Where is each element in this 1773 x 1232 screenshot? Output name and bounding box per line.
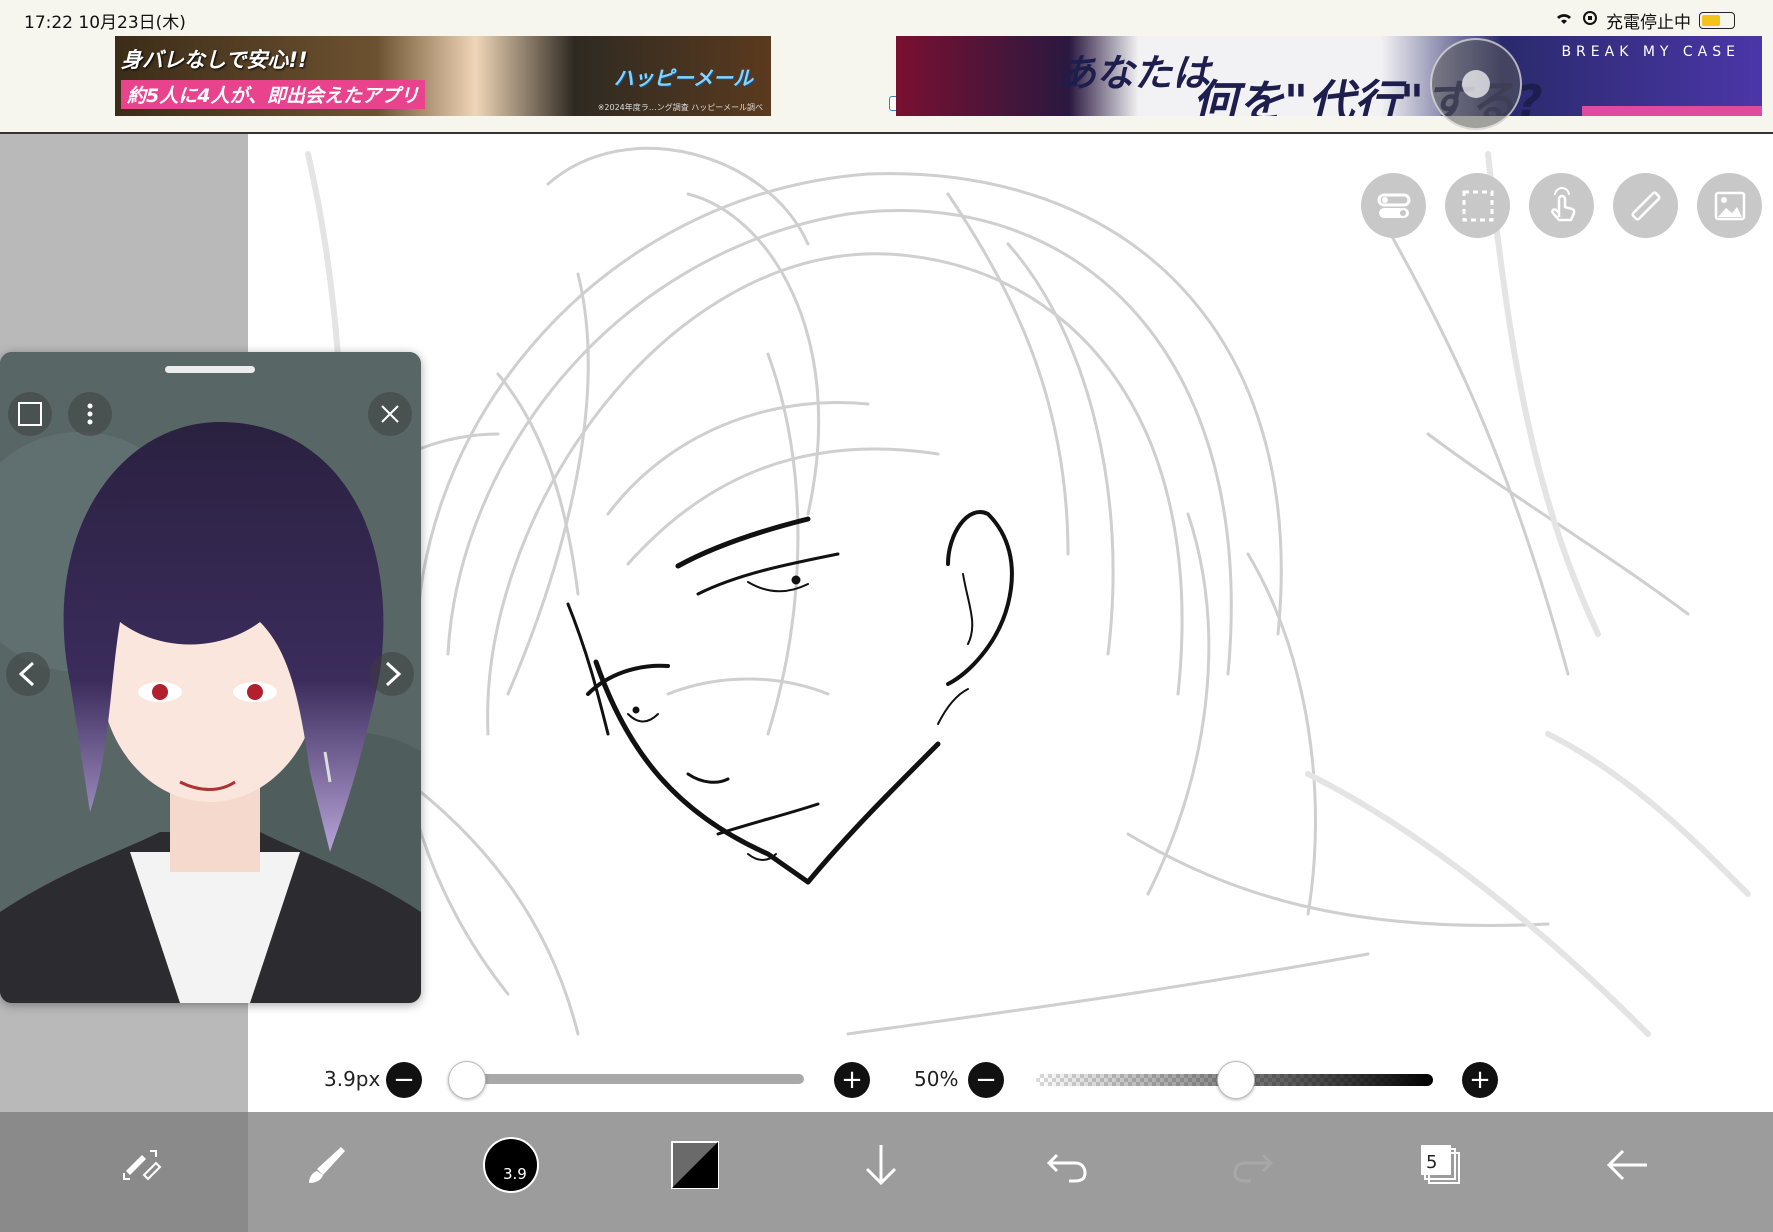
reference-window[interactable] bbox=[0, 352, 421, 1003]
layers-button[interactable]: 5 bbox=[1404, 1130, 1474, 1200]
sketch-artwork bbox=[305, 146, 1751, 1037]
canvas-tool-buttons bbox=[1361, 173, 1762, 238]
window-menu-button[interactable] bbox=[68, 392, 112, 436]
transform-tool-button[interactable] bbox=[107, 1130, 177, 1200]
ad-right-brand: BREAK MY CASE bbox=[1561, 44, 1740, 60]
assistive-touch-icon[interactable] bbox=[1430, 38, 1522, 130]
drawing-canvas[interactable] bbox=[248, 134, 1773, 1112]
brush-tool-button[interactable] bbox=[292, 1130, 362, 1200]
ad-right-accent bbox=[1582, 106, 1762, 116]
ad-banner-left[interactable]: 身バレなしで安心!! 約5人に4人が、即出会えたアプリ ハッピーメール ※202… bbox=[115, 36, 771, 116]
redo-button[interactable] bbox=[1218, 1130, 1288, 1200]
arrow-down-icon bbox=[865, 1145, 897, 1186]
chevron-left-icon bbox=[18, 661, 35, 687]
layers-count: 5 bbox=[1426, 1152, 1438, 1173]
ad-left-line1: 身バレなしで安心!! bbox=[121, 48, 308, 72]
ruler-icon[interactable] bbox=[1613, 173, 1678, 238]
reference-image-icon[interactable] bbox=[1697, 173, 1762, 238]
arrow-left-icon bbox=[1606, 1149, 1647, 1181]
undo-button[interactable] bbox=[1032, 1130, 1102, 1200]
status-bar: 17:22 10月23日(木) 充電停止中 bbox=[0, 0, 1773, 36]
redo-icon bbox=[1233, 1153, 1274, 1183]
square-icon bbox=[18, 402, 42, 426]
status-time-date: 17:22 10月23日(木) bbox=[24, 13, 186, 33]
ad-left-logo: ハッピーメール bbox=[613, 66, 753, 90]
close-icon bbox=[381, 405, 399, 423]
more-vertical-icon bbox=[87, 403, 93, 425]
layers-icon bbox=[1421, 1145, 1460, 1184]
brush-preview-value: 3.9 bbox=[503, 1165, 527, 1183]
window-close-button[interactable] bbox=[368, 392, 412, 436]
previous-image-button[interactable] bbox=[6, 652, 50, 696]
back-button[interactable] bbox=[1592, 1130, 1662, 1200]
brush-size-increase-button[interactable]: + bbox=[834, 1062, 870, 1098]
opacity-slider-thumb[interactable] bbox=[1216, 1061, 1255, 1099]
opacity-increase-button[interactable]: + bbox=[1462, 1062, 1498, 1098]
color-picker-button[interactable] bbox=[660, 1130, 730, 1200]
bottom-toolbar: 3.9 5 bbox=[0, 1112, 1773, 1232]
charging-status: 充電停止中 bbox=[1606, 13, 1691, 33]
chevron-right-icon bbox=[385, 661, 402, 687]
brush-size-preview-button[interactable]: 3.9 bbox=[476, 1130, 546, 1200]
battery-icon bbox=[1699, 12, 1735, 29]
wifi-icon bbox=[1554, 10, 1574, 31]
reference-illustration bbox=[0, 352, 421, 1003]
ad-bar: 身バレなしで安心!! 約5人に4人が、即出会えたアプリ ハッピーメール ※202… bbox=[0, 36, 1773, 134]
brush-size-decrease-button[interactable]: − bbox=[386, 1062, 422, 1098]
color-swatch-icon bbox=[671, 1141, 719, 1189]
opacity-decrease-button[interactable]: − bbox=[968, 1062, 1004, 1098]
undo-icon bbox=[1046, 1153, 1087, 1183]
ad-left-fineprint: ※2024年度ラ…ング調査 ハッピーメール調べ bbox=[597, 103, 763, 112]
next-image-button[interactable] bbox=[370, 652, 414, 696]
opacity-label: 50% bbox=[914, 1067, 959, 1091]
download-button[interactable] bbox=[846, 1130, 916, 1200]
selection-icon[interactable] bbox=[1445, 173, 1510, 238]
brush-size-slider-thumb[interactable] bbox=[448, 1061, 486, 1099]
window-fit-button[interactable] bbox=[8, 392, 52, 436]
status-right: 充電停止中 bbox=[1554, 8, 1735, 33]
brush-size-label: 3.9px bbox=[324, 1067, 381, 1091]
ad-left-line2: 約5人に4人が、即出会えたアプリ bbox=[121, 80, 426, 109]
pen-eraser-swap-icon bbox=[123, 1150, 162, 1181]
touch-icon[interactable] bbox=[1529, 173, 1594, 238]
ad-right-line1: あなたは bbox=[1058, 51, 1211, 95]
window-drag-handle[interactable] bbox=[165, 366, 255, 373]
toggle-icon[interactable] bbox=[1361, 173, 1426, 238]
ad-banner-right[interactable]: あなたは 何を"代行"する? BREAK MY CASE bbox=[896, 36, 1762, 116]
brush-preview-circle: 3.9 bbox=[483, 1137, 539, 1193]
brush-icon bbox=[309, 1147, 345, 1183]
orientation-lock-icon bbox=[1582, 10, 1598, 31]
brush-size-slider[interactable] bbox=[466, 1074, 804, 1084]
